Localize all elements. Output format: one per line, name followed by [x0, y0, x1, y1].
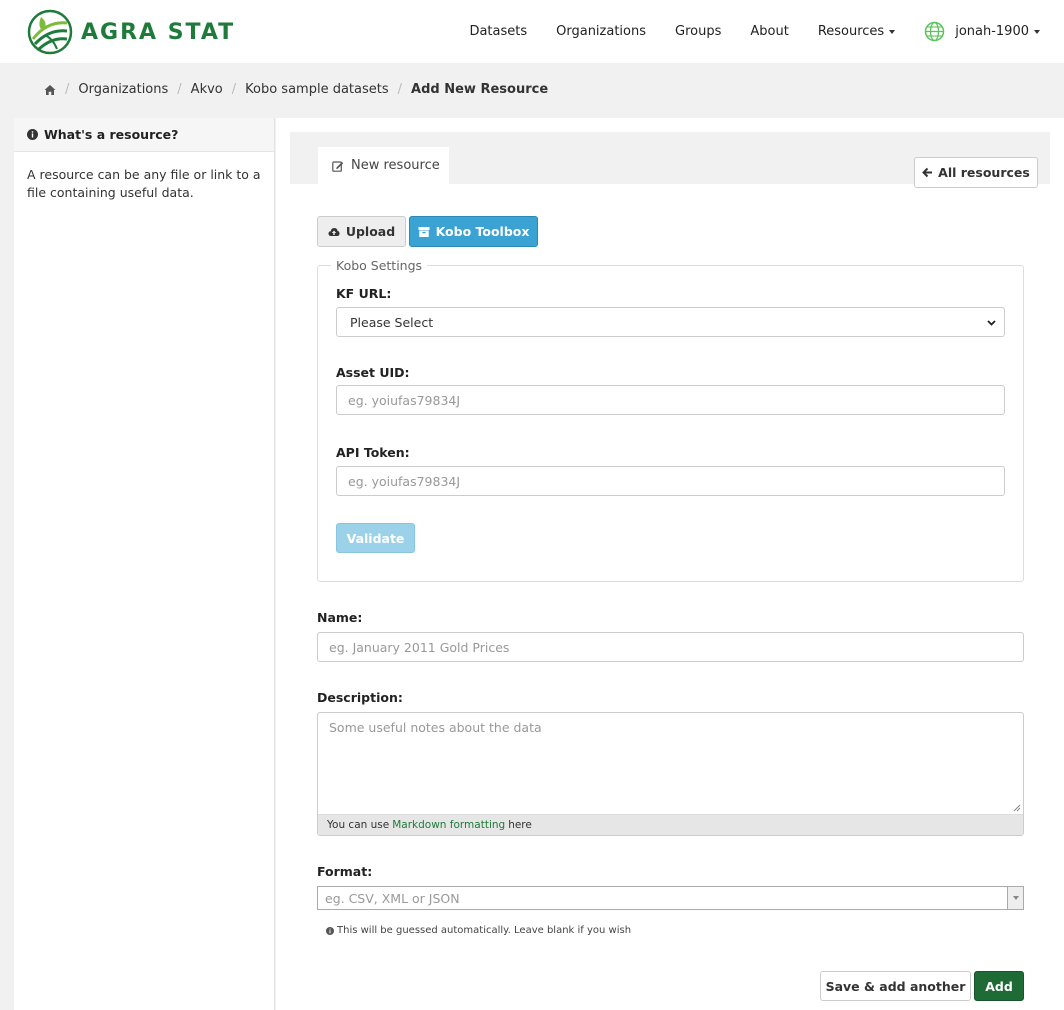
tab-new-resource[interactable]: New resource — [318, 147, 449, 184]
breadcrumb-separator: / — [231, 82, 237, 97]
nav-resources-dropdown[interactable]: Resources — [817, 24, 896, 39]
all-resources-label: All resources — [938, 165, 1030, 180]
breadcrumb: / Organizations / Akvo / Kobo sample dat… — [44, 82, 548, 97]
nav-datasets[interactable]: Datasets — [469, 24, 527, 39]
archive-icon — [418, 226, 430, 237]
nav-resources-label: Resources — [817, 24, 885, 39]
format-dropdown-arrow[interactable] — [1007, 887, 1023, 909]
breadcrumb-organizations[interactable]: Organizations — [78, 82, 168, 97]
caret-down-icon — [889, 29, 896, 34]
kf-url-select[interactable]: Please Select — [336, 307, 1005, 337]
cloud-upload-icon — [328, 227, 340, 236]
api-token-label: API Token: — [336, 445, 410, 460]
tab-new-resource-label: New resource — [351, 158, 440, 173]
sidebar-title: What's a resource? — [44, 127, 179, 142]
asset-uid-placeholder: eg. yoiufas79834J — [348, 392, 461, 408]
kf-url-value: Please Select — [350, 314, 434, 330]
api-token-placeholder: eg. yoiufas79834J — [348, 473, 461, 489]
save-and-add-another-button[interactable]: Save & add another — [820, 971, 971, 1001]
top-header: AGRA STAT Datasets Organizations Groups … — [0, 0, 1064, 63]
caret-down-icon — [1034, 29, 1040, 34]
description-label: Description: — [317, 690, 403, 705]
kobo-settings-legend: Kobo Settings — [331, 258, 428, 273]
asset-uid-input[interactable]: eg. yoiufas79834J — [336, 385, 1005, 415]
format-label: Format: — [317, 864, 373, 879]
markdown-hint-prefix: You can use — [327, 819, 390, 831]
nav-organizations[interactable]: Organizations — [556, 24, 646, 39]
resize-handle-icon[interactable] — [1013, 804, 1021, 812]
arrow-left-icon — [922, 167, 933, 178]
nav-about[interactable]: About — [750, 24, 788, 39]
nav-groups[interactable]: Groups — [675, 24, 721, 39]
breadcrumb-akvo[interactable]: Akvo — [191, 82, 223, 97]
validate-button[interactable]: Validate — [336, 523, 415, 553]
markdown-hint: You can use Markdown formatting here — [318, 814, 1023, 835]
tab-bar: New resource All resources — [290, 132, 1050, 188]
name-input[interactable]: eg. January 2011 Gold Prices — [317, 632, 1024, 662]
markdown-hint-suffix: here — [508, 819, 532, 831]
breadcrumb-separator: / — [397, 82, 403, 97]
info-icon — [326, 926, 334, 935]
name-placeholder: eg. January 2011 Gold Prices — [329, 639, 510, 655]
info-icon — [27, 129, 38, 140]
sidebar-header: What's a resource? — [14, 118, 274, 152]
description-placeholder: Some useful notes about the data — [329, 720, 542, 735]
main-nav: Datasets Organizations Groups About Reso… — [469, 0, 1064, 63]
kf-url-label: KF URL: — [336, 286, 392, 301]
breadcrumb-separator: / — [65, 82, 70, 97]
format-input[interactable]: eg. CSV, XML or JSON — [317, 886, 1024, 910]
upload-button[interactable]: Upload — [317, 216, 406, 247]
kobo-toolbox-button[interactable]: Kobo Toolbox — [409, 216, 538, 247]
sidebar: What's a resource? A resource can be any… — [14, 118, 275, 1010]
kobo-label: Kobo Toolbox — [435, 224, 530, 239]
main-panel: New resource All resources Upload Kobo T… — [276, 118, 1064, 1010]
breadcrumb-separator: / — [177, 82, 182, 97]
asset-uid-label: Asset UID: — [336, 365, 410, 380]
description-textarea[interactable]: Some useful notes about the data You can… — [317, 712, 1024, 836]
breadcrumb-current[interactable]: Add New Resource — [411, 82, 548, 97]
format-hint: This will be guessed automatically. Leav… — [326, 925, 631, 936]
name-label: Name: — [317, 610, 363, 625]
kobo-settings-fieldset: Kobo Settings KF URL: Please Select Asse… — [317, 258, 1024, 582]
chevron-down-icon — [987, 319, 996, 326]
user-name: jonah-1900 — [955, 24, 1029, 39]
sidebar-text: A resource can be any file or link to a … — [27, 167, 261, 200]
user-menu[interactable]: jonah-1900 — [924, 21, 1040, 42]
brand-logo[interactable]: AGRA STAT — [27, 9, 235, 55]
upload-label: Upload — [345, 224, 396, 239]
format-hint-text: This will be guessed automatically. Leav… — [337, 925, 632, 936]
breadcrumb-dataset[interactable]: Kobo sample datasets — [245, 82, 389, 97]
caret-down-icon — [1012, 896, 1019, 900]
markdown-link[interactable]: Markdown formatting — [392, 819, 505, 831]
globe-icon — [924, 21, 945, 42]
logo-icon — [27, 9, 73, 55]
api-token-input[interactable]: eg. yoiufas79834J — [336, 466, 1005, 496]
home-icon[interactable] — [44, 84, 56, 96]
edit-icon — [332, 160, 344, 172]
add-button[interactable]: Add — [974, 971, 1024, 1001]
all-resources-button[interactable]: All resources — [914, 157, 1038, 188]
format-placeholder: eg. CSV, XML or JSON — [325, 890, 460, 906]
brand-name: AGRA STAT — [81, 19, 236, 45]
